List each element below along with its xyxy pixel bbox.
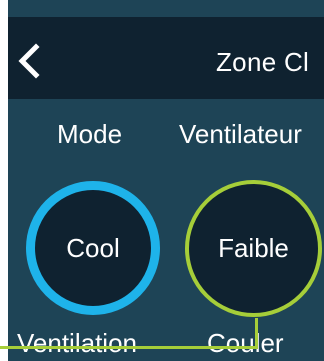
callout-line-vertical bbox=[255, 318, 258, 346]
mode-dial[interactable]: Cool bbox=[26, 181, 160, 315]
fan-value: Faible bbox=[218, 233, 289, 263]
fan-dial[interactable]: Faible bbox=[185, 180, 322, 317]
callout-line-horizontal bbox=[0, 346, 258, 349]
mode-label: Mode bbox=[57, 119, 123, 149]
back-button[interactable] bbox=[12, 41, 48, 81]
ventilation-label[interactable]: Ventilation bbox=[17, 328, 137, 359]
couler-label[interactable]: Couler bbox=[207, 328, 284, 359]
zone-title: Zone Cl bbox=[216, 47, 310, 77]
fan-label: Ventilateur bbox=[179, 119, 302, 149]
mode-value: Cool bbox=[66, 232, 120, 263]
screenshot-frame: Zone Cl Mode Ventilateur Cool Faible Ven… bbox=[0, 0, 324, 361]
chevron-left-icon bbox=[18, 43, 40, 79]
settings-panel: Mode Ventilateur Cool Faible Ventilation… bbox=[8, 99, 324, 361]
header-bar: Zone Cl bbox=[8, 17, 324, 99]
thermostat-screen: Zone Cl Mode Ventilateur Cool Faible Ven… bbox=[8, 0, 324, 361]
